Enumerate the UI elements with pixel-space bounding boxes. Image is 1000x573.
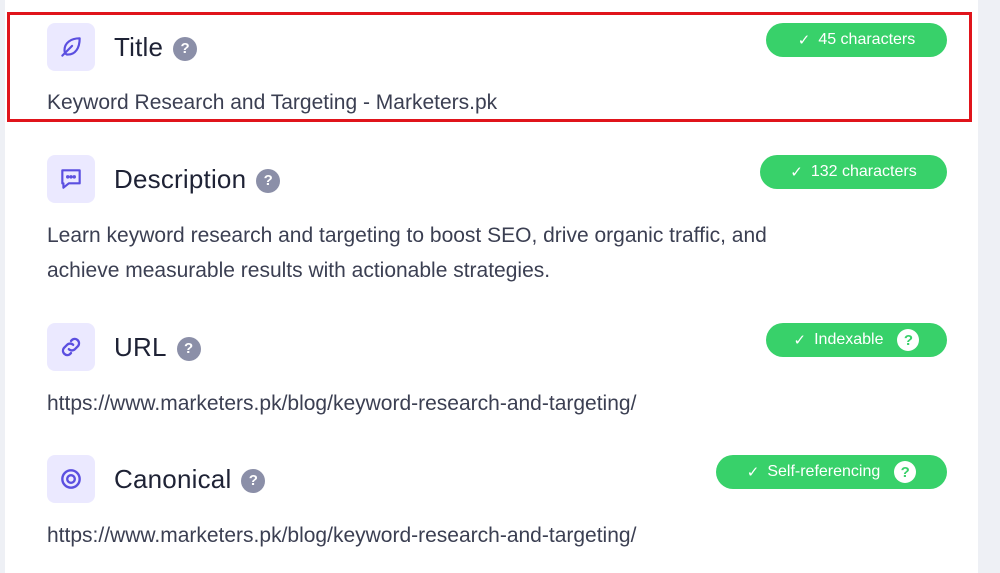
seo-details-panel: Title? ✓ 45 characters Keyword Research …	[5, 0, 978, 573]
title-section: Title? ✓ 45 characters Keyword Research …	[47, 23, 947, 114]
question-icon[interactable]: ?	[897, 329, 920, 351]
title-value: Keyword Research and Targeting - Markete…	[47, 91, 498, 114]
target-icon	[47, 455, 95, 503]
url-value: https://www.marketers.pk/blog/keyword-re…	[47, 392, 637, 415]
description-line-2: achieve measurable results with actionab…	[47, 259, 551, 282]
canonical-value: https://www.marketers.pk/blog/keyword-re…	[47, 524, 637, 547]
message-icon	[47, 155, 95, 203]
url-section: URL? ✓ Indexable ? https://www.marketers…	[47, 323, 947, 415]
description-section: Description? ✓ 132 characters Learn keyw…	[47, 155, 947, 282]
check-icon: ✓	[746, 464, 760, 481]
indexable-badge: ✓ Indexable ?	[766, 323, 947, 357]
check-icon: ✓	[793, 332, 807, 349]
description-label: Description	[114, 164, 247, 194]
description-line-1: Learn keyword research and targeting to …	[47, 224, 767, 247]
check-icon: ✓	[790, 164, 803, 181]
question-icon[interactable]: ?	[256, 168, 281, 193]
canonical-label: Canonical	[114, 464, 232, 494]
leaf-icon	[47, 23, 95, 71]
check-icon: ✓	[797, 32, 811, 49]
description-length-badge: ✓ 132 characters	[760, 155, 947, 189]
url-badge-text: Indexable	[814, 331, 884, 348]
question-icon[interactable]: ?	[173, 36, 198, 61]
description-badge-text: 132 characters	[810, 163, 917, 180]
canonical-badge-text: Self-referencing	[767, 463, 881, 480]
link-icon	[47, 323, 95, 371]
title-badge-text: 45 characters	[818, 31, 916, 48]
canonical-section: Canonical? ✓ Self-referencing ? https://…	[47, 455, 947, 547]
question-icon[interactable]: ?	[894, 461, 917, 483]
self-referencing-badge: ✓ Self-referencing ?	[716, 455, 947, 489]
url-label: URL	[114, 332, 167, 362]
question-icon[interactable]: ?	[241, 468, 266, 493]
title-length-badge: ✓ 45 characters	[766, 23, 947, 57]
description-value: Learn keyword research and targeting to …	[47, 218, 767, 288]
title-label: Title	[114, 32, 164, 62]
question-icon[interactable]: ?	[176, 336, 201, 361]
